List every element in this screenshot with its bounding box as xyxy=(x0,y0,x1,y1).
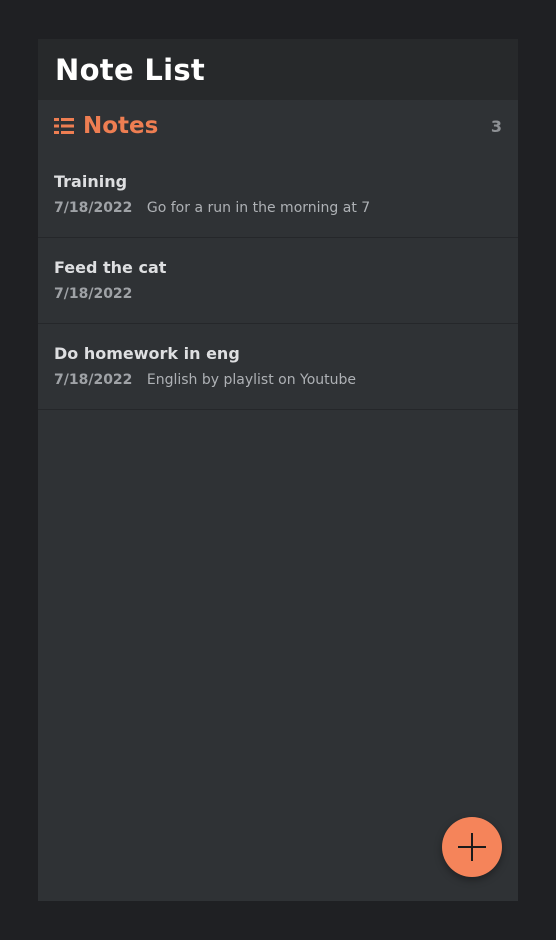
note-item[interactable]: Training 7/18/2022 Go for a run in the m… xyxy=(38,152,518,238)
app-header: Note List xyxy=(38,39,518,100)
note-title: Do homework in eng xyxy=(54,344,240,363)
note-meta: 7/18/2022 xyxy=(54,286,502,302)
list-icon xyxy=(54,118,74,134)
add-note-button[interactable] xyxy=(442,817,502,877)
note-meta: 7/18/2022 English by playlist on Youtube xyxy=(54,372,502,388)
note-meta: 7/18/2022 Go for a run in the morning at… xyxy=(54,200,502,216)
notes-heading: Notes xyxy=(54,113,158,139)
note-date: 7/18/2022 xyxy=(54,372,133,388)
note-title: Training xyxy=(54,172,128,191)
note-item[interactable]: Feed the cat 7/18/2022 xyxy=(38,238,518,324)
note-list-panel: Note List Notes 3 Training 7/18/2022 Go … xyxy=(38,39,518,901)
notes-heading-label: Notes xyxy=(83,113,159,139)
note-date: 7/18/2022 xyxy=(54,200,133,216)
note-date: 7/18/2022 xyxy=(54,286,133,302)
note-title: Feed the cat xyxy=(54,258,167,277)
note-preview: English by playlist on Youtube xyxy=(146,372,357,388)
note-preview: Go for a run in the morning at 7 xyxy=(146,200,371,216)
note-item[interactable]: Do homework in eng 7/18/2022 English by … xyxy=(38,324,518,410)
page-title: Note List xyxy=(55,52,206,87)
notes-section-header: Notes 3 xyxy=(38,100,518,152)
notes-list: Training 7/18/2022 Go for a run in the m… xyxy=(38,152,518,410)
plus-icon xyxy=(458,833,486,861)
notes-count-badge: 3 xyxy=(490,116,502,136)
